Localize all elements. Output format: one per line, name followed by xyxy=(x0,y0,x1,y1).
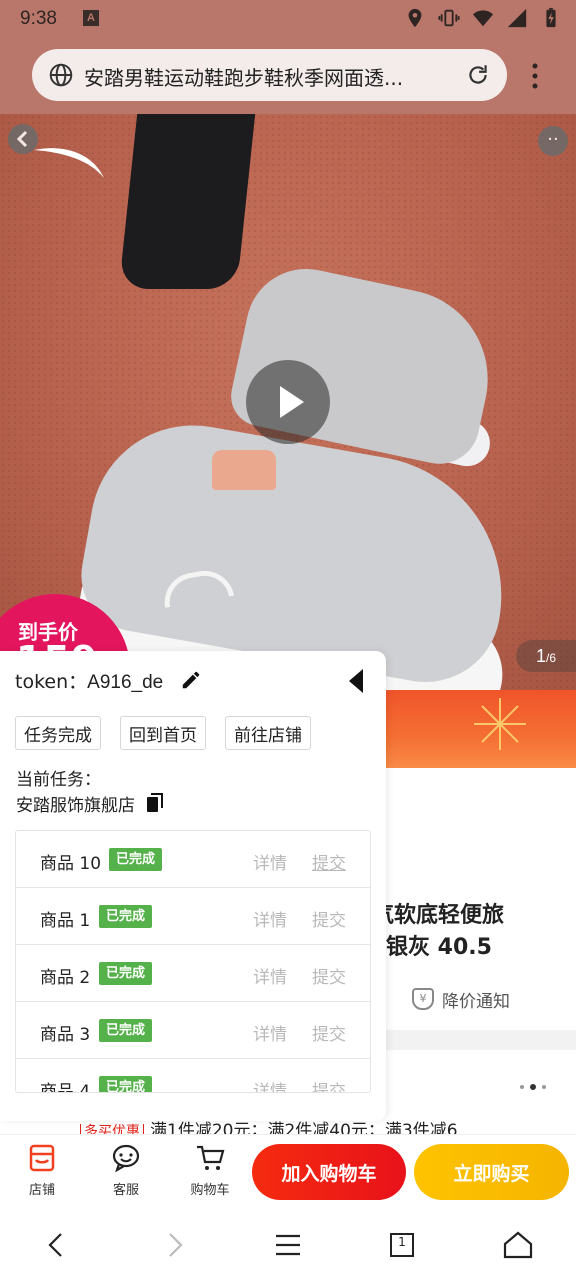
submit-link[interactable]: 提交 xyxy=(312,963,346,988)
location-icon xyxy=(408,8,422,28)
battery-icon xyxy=(546,7,556,28)
token-value: A916_de xyxy=(87,672,164,693)
detail-link[interactable]: 详情 xyxy=(253,1020,287,1045)
service-label: 客服 xyxy=(112,1183,139,1198)
wifi-icon xyxy=(472,10,494,27)
status-badge: 已完成 xyxy=(99,1076,153,1092)
submit-link[interactable]: 提交 xyxy=(312,849,346,874)
submit-link[interactable]: 提交 xyxy=(312,1020,346,1045)
item-name: 商品 3 xyxy=(40,1025,91,1045)
cart-icon xyxy=(197,1145,225,1170)
browser-toolbar: 安踏男鞋运动鞋跑步鞋秋季网面透... xyxy=(0,38,576,114)
reload-icon[interactable] xyxy=(465,62,491,88)
more-menu-icon[interactable] xyxy=(525,60,545,92)
go-store-button[interactable]: 前往店铺 xyxy=(225,716,311,750)
task-list: 商品 10 已完成 详情 提交 商品 1 已完成 详情 提交 商品 2 已完成 … xyxy=(15,830,371,1093)
task-panel: token：A916_de 任务完成 回到首页 前往店铺 当前任务： 安踏服饰旗… xyxy=(0,651,386,1121)
page-title: 安踏男鞋运动鞋跑步鞋秋季网面透... xyxy=(84,66,404,88)
status-icons xyxy=(404,7,562,29)
token-label: token： xyxy=(15,671,88,693)
item-name: 商品 10 xyxy=(40,854,102,874)
product-title: 气软底轻便旅 银灰 40.5 xyxy=(372,900,572,964)
item-name: 商品 4 xyxy=(40,1082,91,1093)
leg-graphic xyxy=(118,114,256,289)
price-drop-icon: ¥ xyxy=(412,988,434,1010)
status-bar: 9:38 A xyxy=(0,0,576,38)
detail-link[interactable]: 详情 xyxy=(253,963,287,988)
item-name: 商品 2 xyxy=(40,968,91,988)
submit-link[interactable]: 提交 xyxy=(312,906,346,931)
shop-button[interactable]: 店铺 xyxy=(12,1143,72,1201)
product-image[interactable]: ·· 到手价 159 1/6 xyxy=(0,114,576,690)
add-to-cart-button[interactable]: 加入购物车 xyxy=(252,1144,406,1200)
back-nav-icon[interactable] xyxy=(40,1228,74,1262)
shop-label: 店铺 xyxy=(28,1183,55,1198)
current-task-label: 当前任务： xyxy=(16,770,101,790)
cart-label: 购物车 xyxy=(190,1183,230,1198)
buy-now-button[interactable]: 立即购买 xyxy=(414,1144,569,1200)
image-counter: 1/6 xyxy=(516,640,576,672)
signal-icon xyxy=(507,8,527,28)
copy-icon[interactable] xyxy=(146,793,164,813)
carousel-dots xyxy=(520,1084,546,1090)
more-options-button[interactable]: ·· xyxy=(538,126,568,156)
detail-link[interactable]: 详情 xyxy=(253,849,287,874)
price-notice-label: 降价通知 xyxy=(442,991,510,1012)
status-badge: 已完成 xyxy=(99,905,153,928)
customer-service-icon xyxy=(112,1144,140,1173)
home-nav-icon[interactable] xyxy=(501,1228,535,1262)
status-time: 9:38 xyxy=(20,8,57,29)
cart-button[interactable]: 购物车 xyxy=(180,1143,240,1201)
list-item: 商品 10 已完成 详情 提交 xyxy=(16,831,370,888)
system-nav-bar: 1 xyxy=(0,1208,576,1280)
image-index: 1 xyxy=(535,646,546,666)
globe-icon xyxy=(49,63,73,87)
item-name: 商品 1 xyxy=(40,911,91,931)
product-title-line1: 气软底轻便旅 xyxy=(372,903,505,928)
image-total: /6 xyxy=(546,651,557,665)
product-title-line2: 银灰 40.5 xyxy=(386,935,492,960)
task-complete-button[interactable]: 任务完成 xyxy=(15,716,101,750)
address-bar[interactable]: 安踏男鞋运动鞋跑步鞋秋季网面透... xyxy=(32,49,507,101)
action-bar: 店铺 客服 购物车 加入购物车 立即购买 xyxy=(0,1134,576,1208)
menu-nav-icon[interactable] xyxy=(271,1228,305,1262)
play-icon xyxy=(280,386,304,418)
list-item: 商品 1 已完成 详情 提交 xyxy=(16,888,370,945)
token-row: token：A916_de xyxy=(15,667,163,694)
submit-link[interactable]: 提交 xyxy=(312,1077,346,1092)
detail-link[interactable]: 详情 xyxy=(253,1077,287,1092)
list-item: 商品 4 已完成 详情 提交 xyxy=(16,1059,370,1093)
price-notice-button[interactable]: ¥ 降价通知 xyxy=(412,985,510,1013)
coupon-card xyxy=(380,1050,576,1120)
play-video-button[interactable] xyxy=(246,360,330,444)
tab-count: 1 xyxy=(398,1235,406,1249)
shoe-tongue xyxy=(212,450,276,490)
list-item: 商品 2 已完成 详情 提交 xyxy=(16,945,370,1002)
home-button[interactable]: 回到首页 xyxy=(120,716,206,750)
vibrate-icon xyxy=(438,9,460,27)
app-notification-icon: A xyxy=(83,10,99,26)
forward-nav-icon[interactable] xyxy=(157,1228,191,1262)
status-badge: 已完成 xyxy=(99,1019,153,1042)
edit-icon[interactable] xyxy=(180,669,202,691)
firework-icon xyxy=(474,698,526,750)
status-badge: 已完成 xyxy=(109,848,163,871)
collapse-panel-icon[interactable] xyxy=(347,667,365,695)
status-badge: 已完成 xyxy=(99,962,153,985)
service-button[interactable]: 客服 xyxy=(96,1143,156,1201)
current-task-name: 安踏服饰旗舰店 xyxy=(16,796,135,816)
tabs-nav-button[interactable]: 1 xyxy=(385,1228,419,1262)
swoosh-icon xyxy=(34,148,104,178)
detail-link[interactable]: 详情 xyxy=(253,906,287,931)
list-item: 商品 3 已完成 详情 提交 xyxy=(16,1002,370,1059)
screen: 9:38 A 安踏男鞋运动鞋跑步鞋秋季网面透... ·· 到手价 1/6 气软底… xyxy=(0,0,576,1280)
shop-icon xyxy=(29,1144,55,1172)
